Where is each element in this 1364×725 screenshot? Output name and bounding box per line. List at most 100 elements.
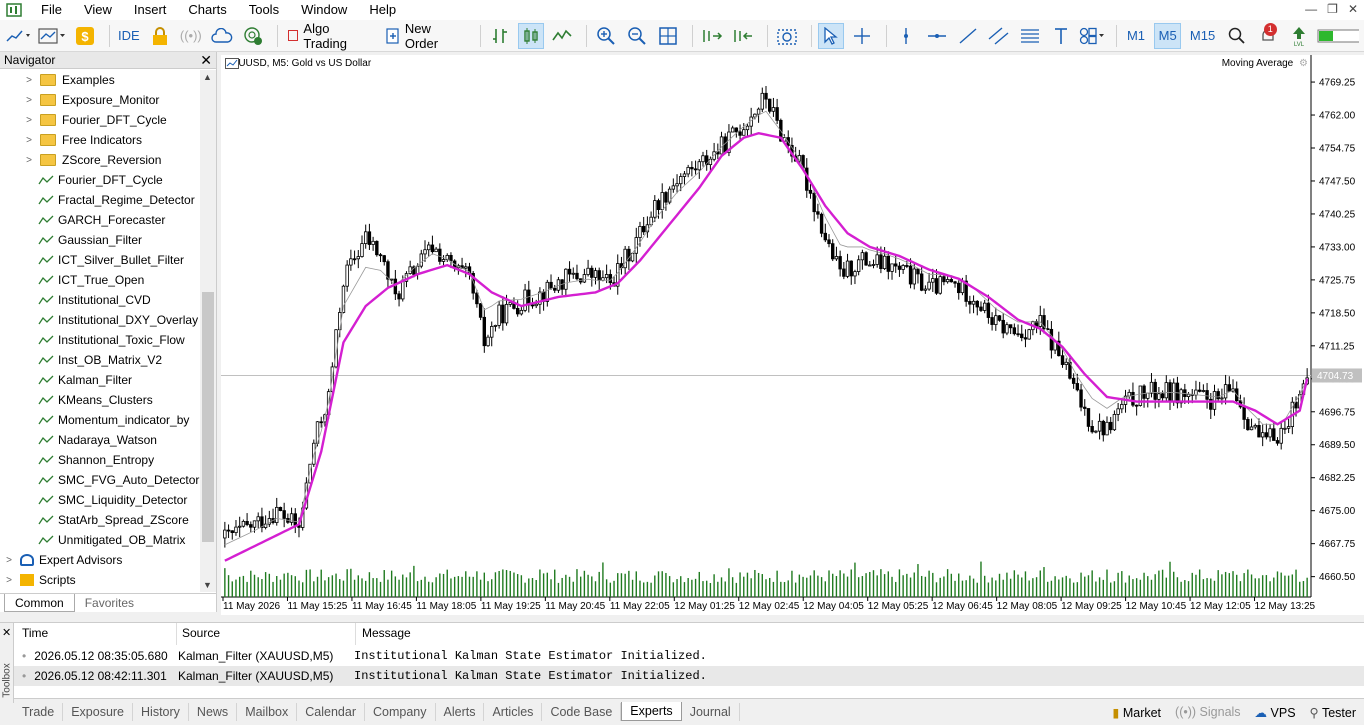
cloud-icon[interactable] <box>209 23 235 49</box>
autoscroll-icon[interactable] <box>699 23 725 49</box>
chart-type-icon[interactable] <box>6 23 33 49</box>
navigator-scrollbar[interactable]: ▲ ▼ <box>200 70 216 592</box>
text-icon[interactable] <box>1048 23 1074 49</box>
menu-file[interactable]: File <box>30 0 73 20</box>
market-link[interactable]: ▮ Market <box>1112 705 1161 720</box>
timeframe-m1[interactable]: M1 <box>1123 23 1149 49</box>
chevron-right-icon[interactable]: > <box>24 95 34 106</box>
channel-icon[interactable] <box>986 23 1012 49</box>
tab-company[interactable]: Company <box>365 702 436 721</box>
menu-view[interactable]: View <box>73 0 123 20</box>
algo-trading-button[interactable]: Algo Trading <box>284 21 378 51</box>
candlestick-icon[interactable] <box>518 22 545 49</box>
tab-trade[interactable]: Trade <box>14 702 64 721</box>
search-icon[interactable] <box>1224 23 1250 49</box>
chevron-right-icon[interactable]: > <box>24 155 34 166</box>
tab-experts[interactable]: Experts <box>621 702 682 721</box>
log-row[interactable]: • 2026.05.12 08:42:11.301 Kalman_Filter (X… <box>14 666 1364 686</box>
tab-calendar[interactable]: Calendar <box>297 702 365 721</box>
bar-chart-icon[interactable] <box>487 23 513 49</box>
navigator-item[interactable]: KMeans_Clusters <box>0 390 200 410</box>
templates-icon[interactable] <box>38 23 67 49</box>
new-order-button[interactable]: New Order <box>382 21 469 51</box>
navigator-item[interactable]: > ZScore_Reversion <box>0 150 200 170</box>
chevron-right-icon[interactable]: > <box>4 575 14 586</box>
zoom-out-icon[interactable] <box>624 23 650 49</box>
signals-link[interactable]: ((•)) Signals <box>1175 705 1241 719</box>
tab-journal[interactable]: Journal <box>682 702 740 721</box>
navigator-item[interactable]: > Free Indicators <box>0 130 200 150</box>
tab-history[interactable]: History <box>133 702 189 721</box>
navigator-item[interactable]: SMC_FVG_Auto_Detector <box>0 470 200 490</box>
dollar-icon[interactable]: $ <box>72 23 98 49</box>
column-time[interactable]: Time <box>22 626 48 640</box>
navigator-item[interactable]: Fourier_DFT_Cycle <box>0 170 200 190</box>
navigator-item[interactable]: Momentum_indicator_by <box>0 410 200 430</box>
chart-window[interactable]: 4769.25 4762.00 4754.75 4747.50 4740.25 4733.… <box>221 55 1364 615</box>
trendline-icon[interactable] <box>955 23 981 49</box>
line-chart-icon[interactable] <box>549 23 575 49</box>
vertical-line-icon[interactable] <box>893 23 919 49</box>
close-icon[interactable]: ✕ <box>2 626 11 639</box>
menu-insert[interactable]: Insert <box>123 0 178 20</box>
navigator-item[interactable]: ICT_Silver_Bullet_Filter <box>0 250 200 270</box>
close-icon[interactable]: ✕ <box>200 52 212 69</box>
navigator-item[interactable]: Institutional_DXY_Overlay <box>0 310 200 330</box>
tab-news[interactable]: News <box>189 702 238 721</box>
menu-help[interactable]: Help <box>358 0 407 20</box>
tab-mailbox[interactable]: Mailbox <box>237 702 298 721</box>
chevron-right-icon[interactable]: > <box>4 555 14 566</box>
navigator-item[interactable]: ICT_True_Open <box>0 270 200 290</box>
chevron-right-icon[interactable]: > <box>24 135 34 146</box>
cursor-icon[interactable] <box>818 22 845 49</box>
navigator-item[interactable]: > Expert Advisors <box>0 550 200 570</box>
navigator-tab-favorites[interactable]: Favorites <box>75 594 144 612</box>
fibonacci-icon[interactable] <box>1017 23 1043 49</box>
tab-alerts[interactable]: Alerts <box>436 702 485 721</box>
tab-code-base[interactable]: Code Base <box>542 702 622 721</box>
menu-charts[interactable]: Charts <box>177 0 237 20</box>
scroll-down-icon[interactable]: ▼ <box>203 580 212 590</box>
navigator-item[interactable]: Nadaraya_Watson <box>0 430 200 450</box>
price-chart[interactable]: 4769.25 4762.00 4754.75 4747.50 4740.25 4733.… <box>221 55 1364 615</box>
tester-link[interactable]: ⚲ Tester <box>1310 705 1356 720</box>
crosshair-icon[interactable] <box>849 23 875 49</box>
navigator-item[interactable]: SMC_Liquidity_Detector <box>0 490 200 510</box>
lock-icon[interactable] <box>147 23 173 49</box>
column-message[interactable]: Message <box>362 626 411 640</box>
market-watch-icon[interactable] <box>240 23 266 49</box>
navigator-item[interactable]: StatArb_Spread_ZScore <box>0 510 200 530</box>
menu-window[interactable]: Window <box>290 0 358 20</box>
vps-link[interactable]: ☁ VPS <box>1255 705 1296 720</box>
chart-shift-icon[interactable] <box>730 23 756 49</box>
navigator-item[interactable]: > Exposure_Monitor <box>0 90 200 110</box>
log-row[interactable]: • 2026.05.12 08:35:05.680 Kalman_Filter (X… <box>14 646 1364 666</box>
navigator-item[interactable]: Unmitigated_OB_Matrix <box>0 530 200 550</box>
timeframe-m5[interactable]: M5 <box>1153 22 1182 49</box>
navigator-item[interactable]: Inst_OB_Matrix_V2 <box>0 350 200 370</box>
menu-tools[interactable]: Tools <box>238 0 290 20</box>
tab-articles[interactable]: Articles <box>484 702 543 721</box>
chevron-right-icon[interactable]: > <box>24 115 34 126</box>
chevron-right-icon[interactable]: > <box>24 75 34 86</box>
navigator-item[interactable]: > Scripts <box>0 570 200 590</box>
timeframe-m15[interactable]: M15 <box>1186 23 1218 49</box>
scrollbar-thumb[interactable] <box>202 292 214 542</box>
close-icon[interactable]: ✕ <box>1348 2 1358 16</box>
tab-exposure[interactable]: Exposure <box>63 702 134 721</box>
navigator-item[interactable]: Gaussian_Filter <box>0 230 200 250</box>
grid-icon[interactable] <box>655 23 681 49</box>
column-source[interactable]: Source <box>182 626 220 640</box>
zoom-in-icon[interactable] <box>593 23 619 49</box>
navigator-item[interactable]: GARCH_Forecaster <box>0 210 200 230</box>
level-icon[interactable]: LVL <box>1286 23 1312 49</box>
ide-button[interactable]: IDE <box>116 23 142 49</box>
navigator-item[interactable]: Institutional_CVD <box>0 290 200 310</box>
settings-icon[interactable]: ⚙ <box>1299 58 1308 69</box>
horizontal-line-icon[interactable] <box>924 23 950 49</box>
scroll-up-icon[interactable]: ▲ <box>203 72 212 82</box>
restore-icon[interactable]: ❐ <box>1327 2 1338 16</box>
screenshot-icon[interactable] <box>774 23 800 49</box>
navigator-item[interactable]: > Fourier_DFT_Cycle <box>0 110 200 130</box>
signal-icon[interactable]: ((•)) <box>178 23 204 49</box>
